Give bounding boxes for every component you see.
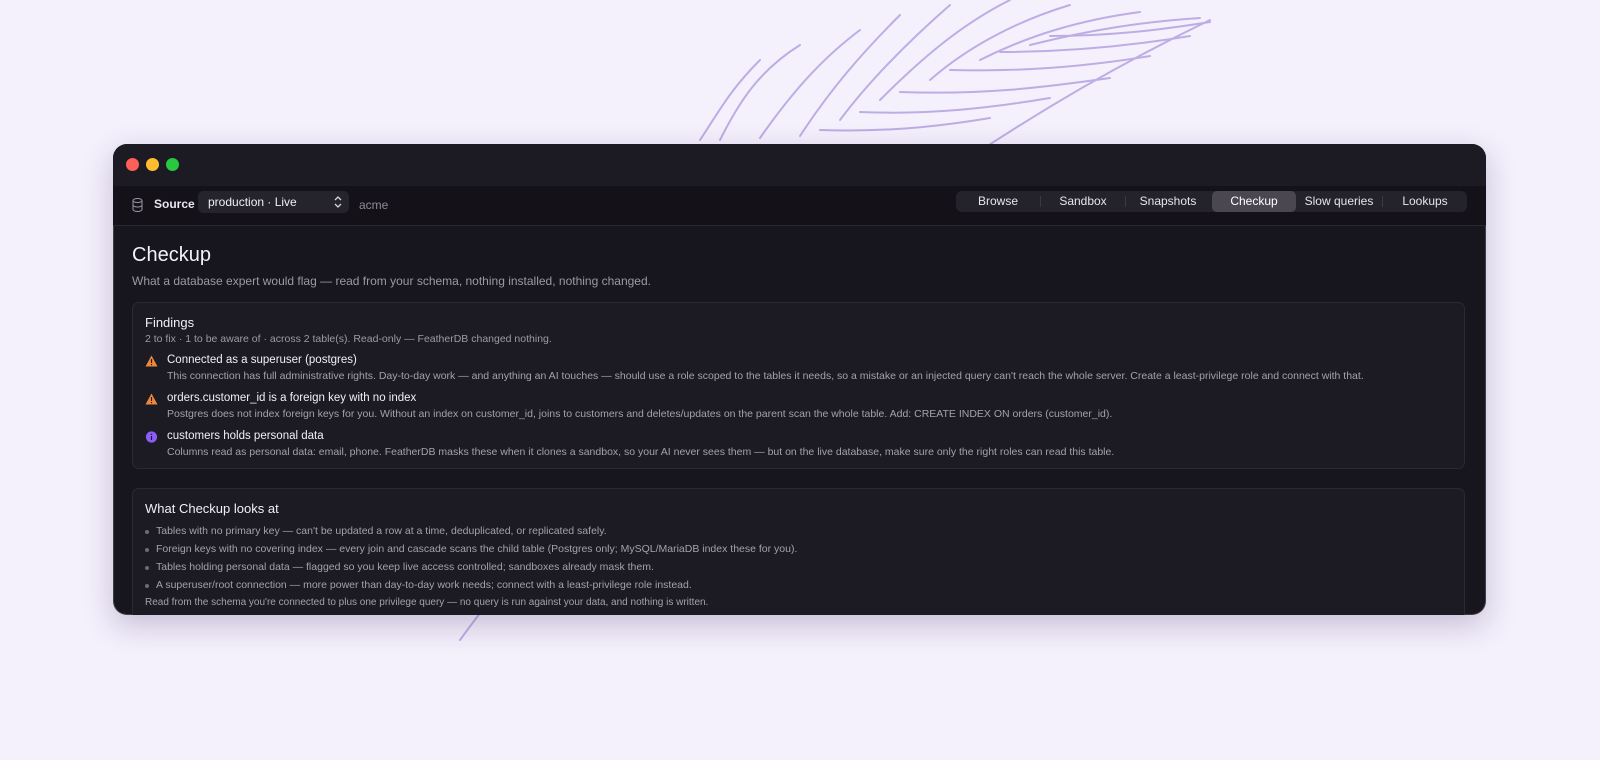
page-subtitle: What a database expert would flag — read… [132, 274, 651, 288]
checkup-view: Checkup What a database expert would fla… [113, 226, 1486, 615]
list-item: A superuser/root connection — more power… [145, 579, 797, 597]
toolbar: Source production · Live acme Browse San… [113, 186, 1486, 226]
tab-checkup[interactable]: Checkup [1212, 191, 1296, 212]
tab-snapshots[interactable]: Snapshots [1126, 191, 1210, 212]
zoom-window-button[interactable] [166, 158, 179, 171]
bullet-icon [145, 566, 149, 570]
list-item-text: Foreign keys with no covering index — ev… [156, 543, 798, 555]
list-item: Foreign keys with no covering index — ev… [145, 543, 797, 561]
finding-title: orders.customer_id is a foreign key with… [167, 392, 417, 404]
bullet-icon [145, 584, 149, 588]
checkup-scope-title: What Checkup looks at [145, 501, 279, 516]
title-bar [113, 144, 1486, 186]
info-icon [145, 431, 158, 443]
view-tabs: Browse Sandbox Snapshots Checkup Slow qu… [956, 191, 1467, 212]
checkup-scope-card: What Checkup looks at Tables with no pri… [132, 488, 1465, 615]
source-label: Source [154, 197, 195, 211]
source-select[interactable]: production · Live [198, 191, 349, 213]
list-item-text: Tables holding personal data — flagged s… [156, 561, 654, 573]
list-item-text: A superuser/root connection — more power… [156, 579, 692, 591]
warning-icon [145, 355, 158, 367]
app-window: Source production · Live acme Browse San… [113, 144, 1486, 615]
list-item: Tables holding personal data — flagged s… [145, 561, 797, 579]
chevron-up-down-icon [334, 196, 342, 208]
findings-card: Findings 2 to fix · 1 to be aware of · a… [132, 302, 1465, 469]
finding-title: customers holds personal data [167, 430, 324, 442]
finding-description: Columns read as personal data: email, ph… [167, 446, 1115, 458]
database-name: acme [359, 198, 389, 212]
list-item: Tables with no primary key — can't be up… [145, 525, 797, 543]
page-title: Checkup [132, 244, 211, 266]
finding-description: Postgres does not index foreign keys for… [167, 408, 1113, 420]
source-select-value: production · Live [208, 195, 297, 209]
database-icon [132, 198, 143, 212]
findings-summary: 2 to fix · 1 to be aware of · across 2 t… [145, 333, 552, 345]
tab-sandbox[interactable]: Sandbox [1041, 191, 1125, 212]
bullet-icon [145, 548, 149, 552]
checkup-scope-list: Tables with no primary key — can't be up… [145, 525, 797, 597]
bullet-icon [145, 530, 149, 534]
findings-title: Findings [145, 315, 195, 330]
tab-lookups[interactable]: Lookups [1383, 191, 1467, 212]
list-item-text: Tables with no primary key — can't be up… [156, 525, 607, 537]
tab-slow-queries[interactable]: Slow queries [1296, 191, 1382, 212]
minimize-window-button[interactable] [146, 158, 159, 171]
finding-title: Connected as a superuser (postgres) [167, 354, 357, 366]
checkup-scope-note: Read from the schema you're connected to… [145, 597, 709, 608]
tab-browse[interactable]: Browse [956, 191, 1040, 212]
finding-description: This connection has full administrative … [167, 370, 1364, 382]
close-window-button[interactable] [126, 158, 139, 171]
warning-icon [145, 393, 158, 405]
